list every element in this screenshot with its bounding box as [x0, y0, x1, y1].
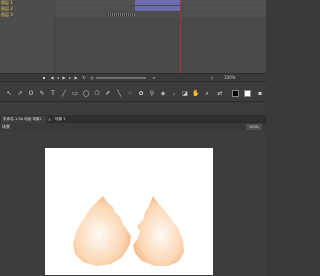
line-icon[interactable]: ╱ [60, 90, 68, 98]
left-eggshell-half[interactable] [73, 196, 131, 266]
brush-icon[interactable]: ╲ [115, 90, 123, 98]
frame-ruler[interactable] [107, 13, 135, 16]
eyedropper-icon[interactable]: ⸝ [170, 90, 178, 98]
step-back-icon[interactable]: ◂ [56, 76, 60, 80]
rectangle-icon[interactable]: ▭ [71, 90, 79, 98]
spray-icon[interactable]: ⁘ [126, 90, 134, 98]
animate-app-window: 图层 1 图层 2 图层 3 ▪ ◀ ◂ ▶ ▸ ▶ ↻ ◎ ▫ ◇ 100% … [0, 0, 266, 276]
close-tab-icon[interactable]: × [47, 116, 52, 123]
no-color-icon[interactable]: ▪ [256, 90, 264, 98]
center-frame-icon[interactable]: ◇ [210, 76, 214, 80]
deco-icon[interactable]: ✿ [137, 90, 145, 98]
bone-icon[interactable]: ⚲ [148, 90, 156, 98]
timeline-layer-row[interactable]: 图层 1 [0, 0, 266, 16]
paint-bucket-icon[interactable]: ◈ [159, 90, 167, 98]
playhead[interactable] [180, 0, 181, 73]
right-eggshell-half[interactable] [133, 196, 184, 266]
scene-label: 场景 [2, 124, 10, 129]
frame-scrub-bar[interactable] [96, 77, 146, 79]
polystar-icon[interactable]: ⬠ [93, 90, 101, 98]
document-tab-strip: 未命名-1.fla 动画 场景1 × 场景 1 [0, 115, 266, 123]
swap-colors-icon[interactable]: ⇄ [216, 90, 224, 98]
loop-icon[interactable]: ↻ [82, 76, 86, 80]
layer-name[interactable]: 图层 1 [1, 0, 13, 5]
scene-tab[interactable]: 场景 1 [53, 116, 68, 123]
onion-skin-icon[interactable]: ◎ [90, 76, 94, 80]
layer-frames[interactable] [55, 0, 266, 5]
pen-icon[interactable]: ✎ [38, 90, 46, 98]
stroke-color-icon[interactable] [232, 90, 239, 97]
zoom-icon[interactable]: ⌕ [203, 90, 211, 98]
layer-name[interactable]: 图层 2 [1, 6, 13, 11]
fast-forward-icon[interactable]: ▶ [74, 76, 78, 80]
edit-bar: 场景 100% [0, 123, 266, 131]
tween-span[interactable] [135, 0, 180, 5]
subselection-icon[interactable]: ↗ [16, 90, 24, 98]
hand-icon[interactable]: ✋ [192, 90, 200, 98]
add-layer-icon[interactable]: ▪ [42, 76, 46, 80]
timeline-panel: 图层 1 图层 2 图层 3 [0, 0, 266, 73]
broken-eggshell-graphic[interactable] [45, 148, 213, 275]
step-forward-icon[interactable]: ▸ [68, 76, 72, 80]
tween-span[interactable] [135, 6, 180, 11]
fill-color-icon[interactable] [244, 90, 251, 97]
tools-bar: ↖ ↗ ʘ ✎ T ╱ ▭ ◯ ⬠ ✐ ╲ ⁘ ✿ ⚲ ◈ ⸝ ◪ ✋ ⌕ ⇄ … [0, 86, 266, 102]
timeline-zoom[interactable]: 100% [224, 75, 235, 81]
edit-multiple-frames-icon[interactable]: ▫ [152, 76, 156, 80]
stage-canvas[interactable] [45, 148, 213, 275]
play-icon[interactable]: ▶ [62, 76, 66, 80]
text-icon[interactable]: T [49, 90, 57, 98]
document-tab[interactable]: 未命名-1.fla 动画 场景1 [1, 116, 47, 123]
timeline-controls: ▪ ◀ ◂ ▶ ▸ ▶ ↻ ◎ ▫ ◇ 100% [0, 73, 266, 82]
selection-icon[interactable]: ↖ [5, 90, 13, 98]
timeline-layer-row[interactable]: 图层 2 [0, 6, 266, 22]
timeline-empty-area[interactable] [0, 17, 266, 73]
layer-frames[interactable] [55, 6, 266, 11]
rewind-icon[interactable]: ◀ [50, 76, 54, 80]
lasso-icon[interactable]: ʘ [27, 90, 35, 98]
oval-icon[interactable]: ◯ [82, 90, 90, 98]
eraser-icon[interactable]: ◪ [181, 90, 189, 98]
pencil-icon[interactable]: ✐ [104, 90, 112, 98]
stage-zoom-select[interactable]: 100% [246, 124, 262, 130]
pasteboard[interactable] [0, 131, 266, 276]
